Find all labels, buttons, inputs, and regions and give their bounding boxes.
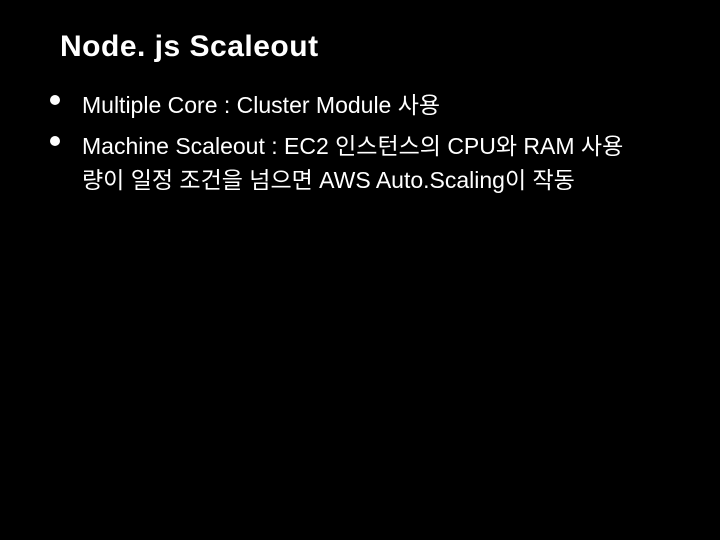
bullet-text: Multiple Core : Cluster Module 사용 [82,88,440,123]
bullet-icon [50,95,60,105]
bullet-icon [50,136,60,146]
slide-container: Node. js Scaleout Multiple Core : Cluste… [0,0,720,540]
bullet-list: Multiple Core : Cluster Module 사용 Machin… [0,88,720,198]
list-item: Machine Scaleout : EC2 인스턴스의 CPU와 RAM 사용… [50,129,720,198]
list-item: Multiple Core : Cluster Module 사용 [50,88,720,123]
bullet-text: Machine Scaleout : EC2 인스턴스의 CPU와 RAM 사용… [82,129,642,198]
slide-title: Node. js Scaleout [60,30,720,64]
